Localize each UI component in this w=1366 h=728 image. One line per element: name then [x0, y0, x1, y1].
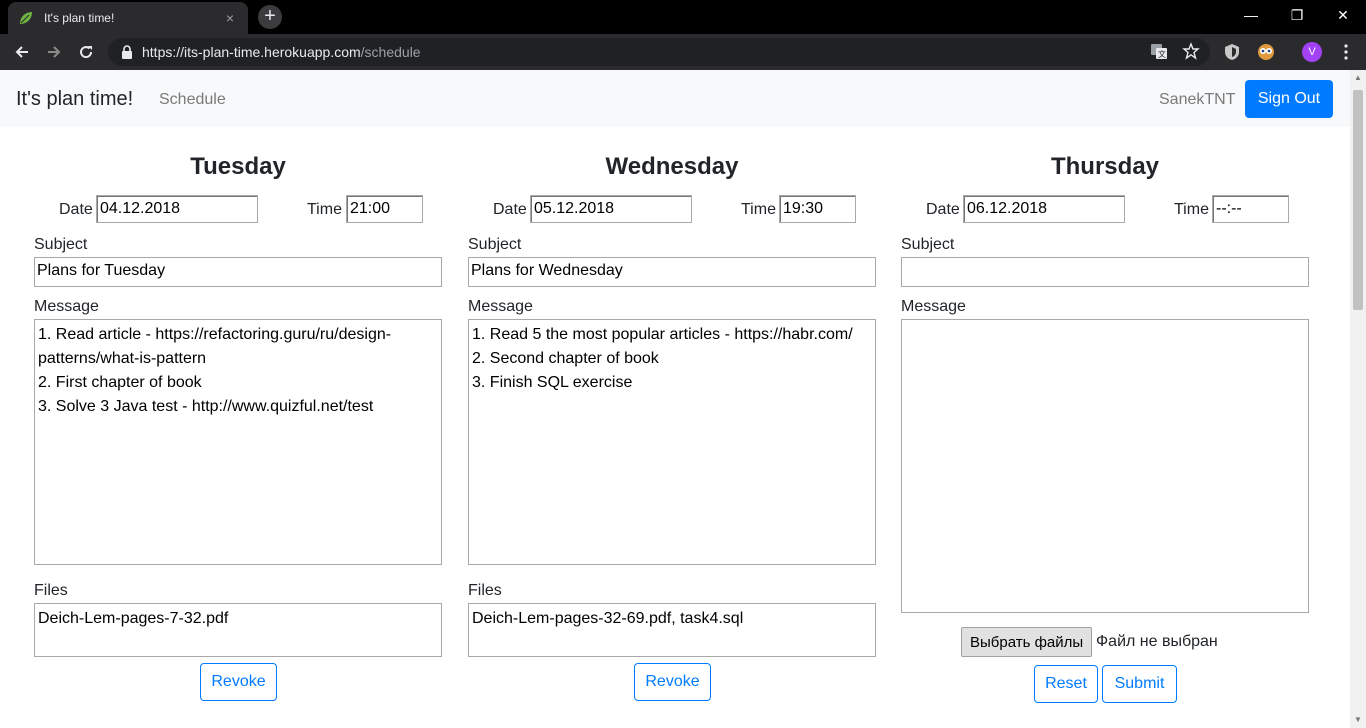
files-box: Deich-Lem-pages-32-69.pdf, task4.sql	[468, 603, 876, 657]
bookmark-star-icon[interactable]	[1182, 42, 1200, 65]
day-title: Tuesday	[190, 153, 286, 180]
time-input[interactable]: --:--	[1212, 195, 1289, 223]
shield-extension-icon[interactable]	[1222, 42, 1242, 62]
translate-icon[interactable]: 文	[1150, 42, 1168, 65]
day-title: Thursday	[1050, 153, 1160, 180]
files-label: Files	[34, 582, 68, 599]
page-scrollbar[interactable]: ▲ ▼	[1350, 70, 1366, 728]
reload-icon[interactable]	[74, 40, 98, 64]
date-input[interactable]: 04.12.2018	[96, 195, 258, 223]
brand[interactable]: It's plan time!	[16, 88, 133, 111]
message-textarea[interactable]	[901, 319, 1309, 613]
time-label: Time	[741, 201, 776, 218]
date-label: Date	[493, 201, 527, 218]
tab-close-icon[interactable]: ×	[222, 10, 238, 26]
message-label: Message	[468, 298, 533, 315]
browser-toolbar: https://its-plan-time.herokuapp.com/sche…	[0, 34, 1366, 70]
message-textarea[interactable]: 1. Read 5 the most popular articles - ht…	[468, 319, 876, 565]
files-value: Deich-Lem-pages-7-32.pdf	[38, 610, 229, 627]
minimize-icon[interactable]: —	[1228, 0, 1274, 30]
subject-input[interactable]	[901, 257, 1309, 287]
subject-label: Subject	[901, 236, 955, 253]
username[interactable]: SanekTNT	[1159, 91, 1235, 109]
close-window-icon[interactable]: ✕	[1320, 0, 1366, 30]
lock-icon	[120, 45, 134, 59]
message-line: 1. Read 5 the most popular articles - ht…	[472, 326, 853, 343]
page-content: It's plan time! Schedule SanekTNT Sign O…	[0, 70, 1350, 728]
message-line: 3. Solve 3 Java test - http://www.quizfu…	[38, 398, 374, 415]
message-label: Message	[901, 298, 966, 315]
scroll-thumb[interactable]	[1353, 90, 1363, 310]
date-label: Date	[926, 201, 960, 218]
new-tab-button[interactable]: +	[258, 5, 282, 29]
day-card-wednesday: Wednesday Date 05.12.2018 Time 19:30 Sub…	[468, 127, 876, 728]
leaf-icon	[18, 10, 34, 26]
browser-tab[interactable]: It's plan time! ×	[8, 2, 248, 34]
time-input[interactable]: 21:00	[346, 195, 423, 223]
day-card-thursday: Thursday Date 06.12.2018 Time --:-- Subj…	[901, 127, 1309, 728]
restore-icon[interactable]: ❐	[1274, 0, 1320, 30]
owl-extension-icon[interactable]	[1256, 42, 1276, 62]
choose-files-button[interactable]: Выбрать файлы	[961, 627, 1093, 657]
subject-label: Subject	[468, 236, 522, 253]
browser-tab-strip: It's plan time! × + — ❐ ✕	[0, 0, 1366, 34]
date-label: Date	[59, 201, 93, 218]
message-line: 2. First chapter of book	[38, 374, 202, 391]
time-label: Time	[307, 201, 342, 218]
scroll-up-icon[interactable]: ▲	[1350, 70, 1366, 86]
files-box: Deich-Lem-pages-7-32.pdf	[34, 603, 442, 657]
files-label: Files	[468, 582, 502, 599]
top-navbar: It's plan time! Schedule SanekTNT Sign O…	[0, 70, 1350, 127]
subject-label: Subject	[34, 236, 88, 253]
time-input[interactable]: 19:30	[779, 195, 856, 223]
message-textarea[interactable]: 1. Read article - https://refactoring.gu…	[34, 319, 442, 565]
day-title: Wednesday	[605, 153, 739, 180]
date-input[interactable]: 06.12.2018	[963, 195, 1125, 223]
message-label: Message	[34, 298, 99, 315]
message-line: 2. Second chapter of book	[472, 350, 659, 367]
revoke-button[interactable]: Revoke	[634, 663, 711, 701]
reset-button[interactable]: Reset	[1034, 665, 1098, 703]
no-file-label: Файл не выбран	[1096, 633, 1218, 650]
sign-out-button[interactable]: Sign Out	[1245, 80, 1333, 118]
subject-input[interactable]: Plans for Wednesday	[468, 257, 876, 287]
address-bar[interactable]: https://its-plan-time.herokuapp.com/sche…	[108, 38, 1210, 66]
profile-avatar[interactable]: V	[1302, 42, 1322, 62]
menu-kebab-icon[interactable]	[1336, 42, 1356, 62]
date-input[interactable]: 05.12.2018	[530, 195, 692, 223]
message-line: 3. Finish SQL exercise	[472, 374, 633, 391]
files-value: Deich-Lem-pages-32-69.pdf, task4.sql	[472, 610, 744, 627]
time-label: Time	[1174, 201, 1209, 218]
scroll-down-icon[interactable]: ▼	[1350, 712, 1366, 728]
svg-text:文: 文	[1158, 49, 1166, 59]
forward-icon[interactable]	[42, 40, 66, 64]
message-line: patterns/what-is-pattern	[38, 350, 207, 367]
message-line: 1. Read article - https://refactoring.gu…	[38, 326, 392, 343]
day-card-tuesday: Tuesday Date 04.12.2018 Time 21:00 Subje…	[34, 127, 442, 728]
subject-input[interactable]: Plans for Tuesday	[34, 257, 442, 287]
url-path: /schedule	[360, 44, 421, 60]
revoke-button[interactable]: Revoke	[200, 663, 277, 701]
tab-title: It's plan time!	[44, 11, 115, 25]
submit-button[interactable]: Submit	[1102, 665, 1177, 703]
back-icon[interactable]	[10, 40, 34, 64]
url-host: https://its-plan-time.herokuapp.com	[142, 44, 361, 60]
nav-link-schedule[interactable]: Schedule	[159, 91, 226, 109]
